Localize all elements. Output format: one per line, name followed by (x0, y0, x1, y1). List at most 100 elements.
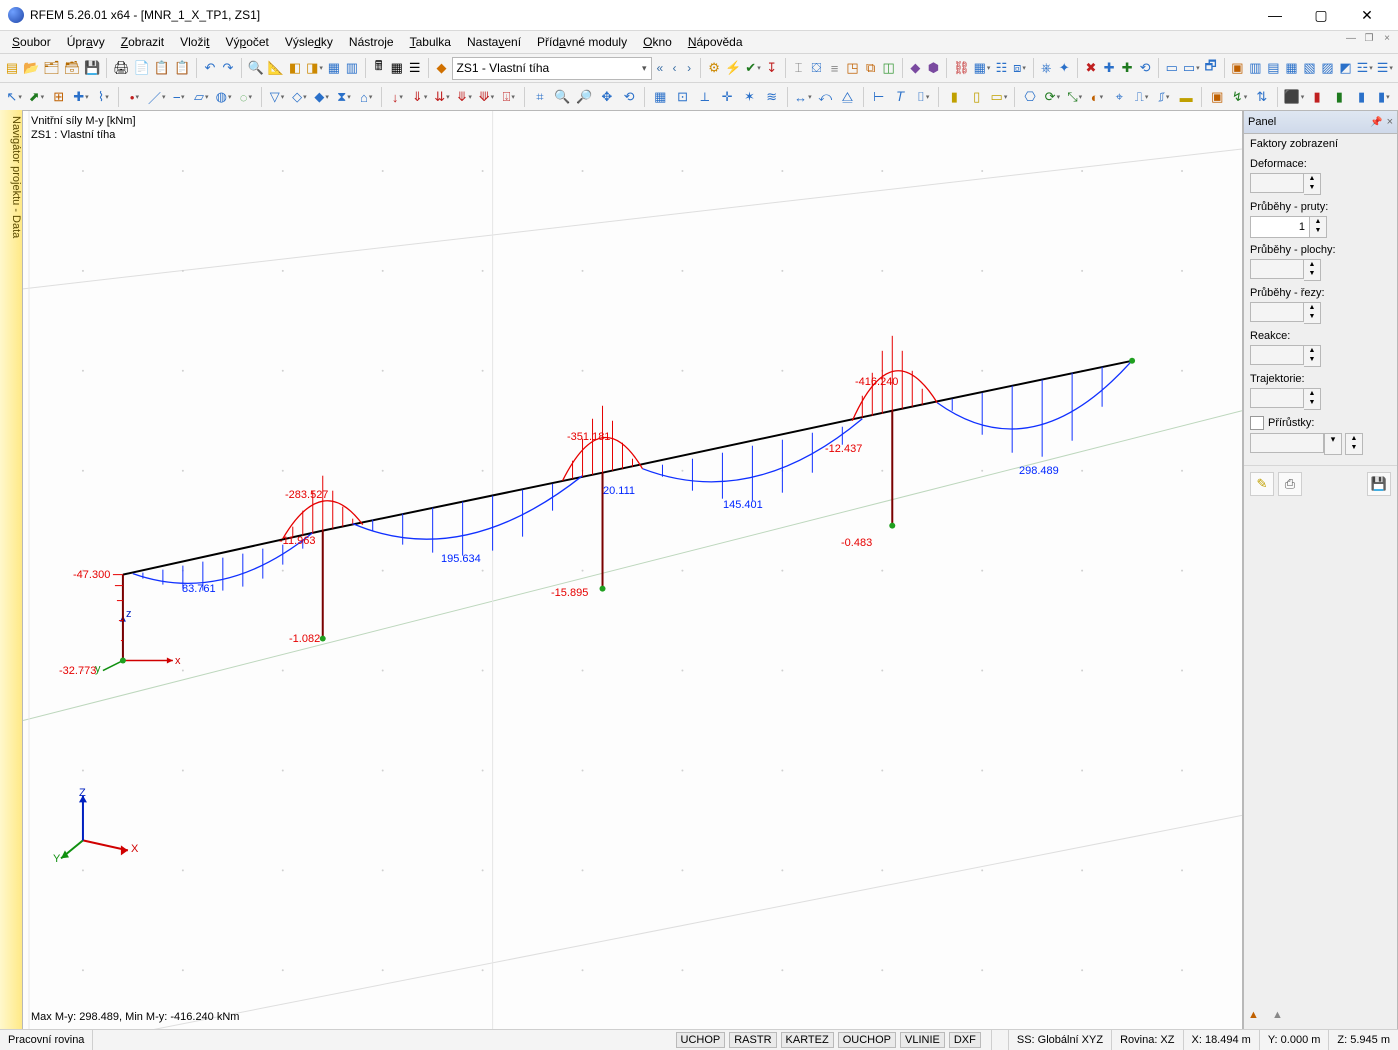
open-file-button[interactable]: 📂 (22, 57, 40, 79)
zoom-window-button[interactable]: ⌗ (530, 86, 550, 108)
r17-icon[interactable]: ✚ (1119, 57, 1135, 79)
menu-settings[interactable]: Nastavení (459, 33, 529, 51)
pan-button[interactable]: ✥ (597, 86, 617, 108)
zoom-extents-button[interactable]: 🔍 (552, 86, 572, 108)
toggle-vlinie[interactable]: VLINIE (900, 1032, 945, 1048)
t2-c[interactable]: ⊞ (49, 86, 69, 108)
r18-icon[interactable]: ⟲ (1137, 57, 1153, 79)
view-z-button[interactable]: ▮ (1351, 86, 1371, 108)
load-surface-button[interactable]: ⤋ (454, 86, 474, 108)
t2-u[interactable]: ⍗ (499, 86, 519, 108)
h3-icon[interactable]: ⇅ (1252, 86, 1272, 108)
toggle-ouchop[interactable]: OUCHOP (838, 1032, 896, 1048)
r7-icon[interactable]: ◆ (907, 57, 923, 79)
r6-icon[interactable]: ◫ (881, 57, 897, 79)
zoom-in-button[interactable]: 🔎 (574, 86, 594, 108)
pruty-spin[interactable]: ▲▼ (1250, 216, 1391, 238)
g6-icon[interactable]: ⎍ (1131, 86, 1151, 108)
r4-icon[interactable]: ◳ (845, 57, 861, 79)
menu-file[interactable]: Soubor (4, 33, 59, 51)
r8-icon[interactable]: ⬢ (925, 57, 941, 79)
loads-button[interactable]: ↧ (764, 57, 780, 79)
deform-spin[interactable]: ▲▼ (1250, 173, 1391, 195)
redo-button[interactable]: ↷ (220, 57, 236, 79)
line-button[interactable]: ／ (147, 86, 167, 108)
r13-icon[interactable]: ⎈ (1038, 57, 1054, 79)
calc-button[interactable]: 🖩 (371, 57, 387, 79)
opening-button[interactable]: ◌ (236, 86, 256, 108)
yellow3-button[interactable]: ▭ (989, 86, 1009, 108)
load-node-button[interactable]: ↓ (387, 86, 407, 108)
panel-5-button[interactable]: ▨ (1320, 57, 1336, 79)
r1-icon[interactable]: ⌶ (790, 57, 806, 79)
panel-7-button[interactable]: ☲ (1356, 57, 1374, 79)
g4-icon[interactable]: ◐ (1087, 86, 1107, 108)
project-navigator-tab[interactable]: Navigátor projektu - Data (0, 110, 23, 1030)
surface-button[interactable]: ▱ (191, 86, 211, 108)
mdi-restore-button[interactable]: ❐ (1362, 33, 1376, 44)
t2-d[interactable]: ✚ (71, 86, 91, 108)
r5-icon[interactable]: ⧉ (863, 57, 879, 79)
h2-icon[interactable]: ↯ (1229, 86, 1249, 108)
prir-spinner[interactable]: ▲▼ (1345, 433, 1363, 455)
measure-button[interactable]: 📐 (267, 57, 285, 79)
t2-a[interactable]: ↖ (4, 86, 24, 108)
member-button[interactable]: ⎯ (169, 86, 189, 108)
grid-button[interactable]: ▦ (650, 86, 670, 108)
t2-o[interactable]: ⌂ (356, 86, 376, 108)
snap-button[interactable]: ⊡ (672, 86, 692, 108)
support-button[interactable]: ▽ (267, 86, 287, 108)
t2-ortho[interactable]: ⟂ (695, 86, 715, 108)
r12-icon[interactable]: ⧈ (1011, 57, 1027, 79)
loadcase-combo[interactable]: ZS1 - Vlastní tíha ▾ (452, 57, 652, 80)
g7-icon[interactable]: ⎎ (1154, 86, 1174, 108)
view-menu-button[interactable]: ▮ (1374, 86, 1394, 108)
panel-1-button[interactable]: ▥ (1247, 57, 1263, 79)
yellow2-button[interactable]: ▯ (967, 86, 987, 108)
plochy-spin[interactable]: ▲▼ (1250, 259, 1391, 281)
traj-spin[interactable]: ▲▼ (1250, 388, 1391, 410)
panel-action-2[interactable]: ⎙ (1278, 472, 1302, 496)
view1-button[interactable]: ▦ (326, 57, 342, 79)
g1-icon[interactable]: ⎔ (1020, 86, 1040, 108)
r2-icon[interactable]: ⛋ (808, 57, 824, 79)
menu-results[interactable]: Výsledky (277, 33, 341, 51)
load-member-button[interactable]: ⇊ (432, 86, 452, 108)
mdi-close-button[interactable]: × (1380, 33, 1394, 44)
pin-icon[interactable]: 📌 (1370, 117, 1382, 128)
menu-window[interactable]: Okno (635, 33, 680, 51)
menu-calc[interactable]: Výpočet (217, 33, 276, 51)
h1-icon[interactable]: ▣ (1207, 86, 1227, 108)
lc-first-button[interactable]: « (654, 59, 667, 77)
view2-button[interactable]: ▥ (344, 57, 360, 79)
menu-insert[interactable]: Vložit (172, 33, 217, 51)
select-menu-button[interactable]: ◨ (305, 57, 324, 79)
rotate-button[interactable]: ⟲ (619, 86, 639, 108)
dim-button[interactable]: ⊢ (868, 86, 888, 108)
rotate2-button[interactable]: ⤺ (815, 86, 835, 108)
menu-addons[interactable]: Přídavné moduly (529, 33, 635, 51)
menu-edit[interactable]: Úpravy (59, 33, 113, 51)
print-preview-button[interactable]: 📄 (133, 57, 151, 79)
menu-table[interactable]: Tabulka (402, 33, 459, 51)
axis-icon[interactable]: ✖ (1083, 57, 1099, 79)
find-button[interactable]: 🔍 (247, 57, 265, 79)
new-file-button[interactable]: ▤ (4, 57, 20, 79)
load-line-button[interactable]: ⇓ (410, 86, 430, 108)
menu-help[interactable]: Nápověda (680, 33, 751, 51)
lc-next-button[interactable]: › (683, 59, 696, 77)
panel-action-1[interactable]: ✎ (1250, 472, 1274, 496)
t2-b[interactable]: ⬈ (26, 86, 46, 108)
view-y-button[interactable]: ▮ (1329, 86, 1349, 108)
t2-osnap[interactable]: ✛ (717, 86, 737, 108)
stiffness-button[interactable]: ⧗ (334, 86, 354, 108)
render-mode-2-icon[interactable]: ▲ (1272, 1009, 1290, 1027)
window-minimize-button[interactable]: — (1252, 0, 1298, 30)
toggle-rastr[interactable]: RASTR (729, 1032, 776, 1048)
undo-button[interactable]: ↶ (202, 57, 218, 79)
hinge-button[interactable]: ◇ (289, 86, 309, 108)
r20-icon[interactable]: ▭ (1182, 57, 1201, 79)
prir-checkbox[interactable] (1250, 416, 1264, 430)
panel-group-toggle[interactable]: ▣ (1229, 57, 1245, 79)
t2-polar[interactable]: ✶ (739, 86, 759, 108)
